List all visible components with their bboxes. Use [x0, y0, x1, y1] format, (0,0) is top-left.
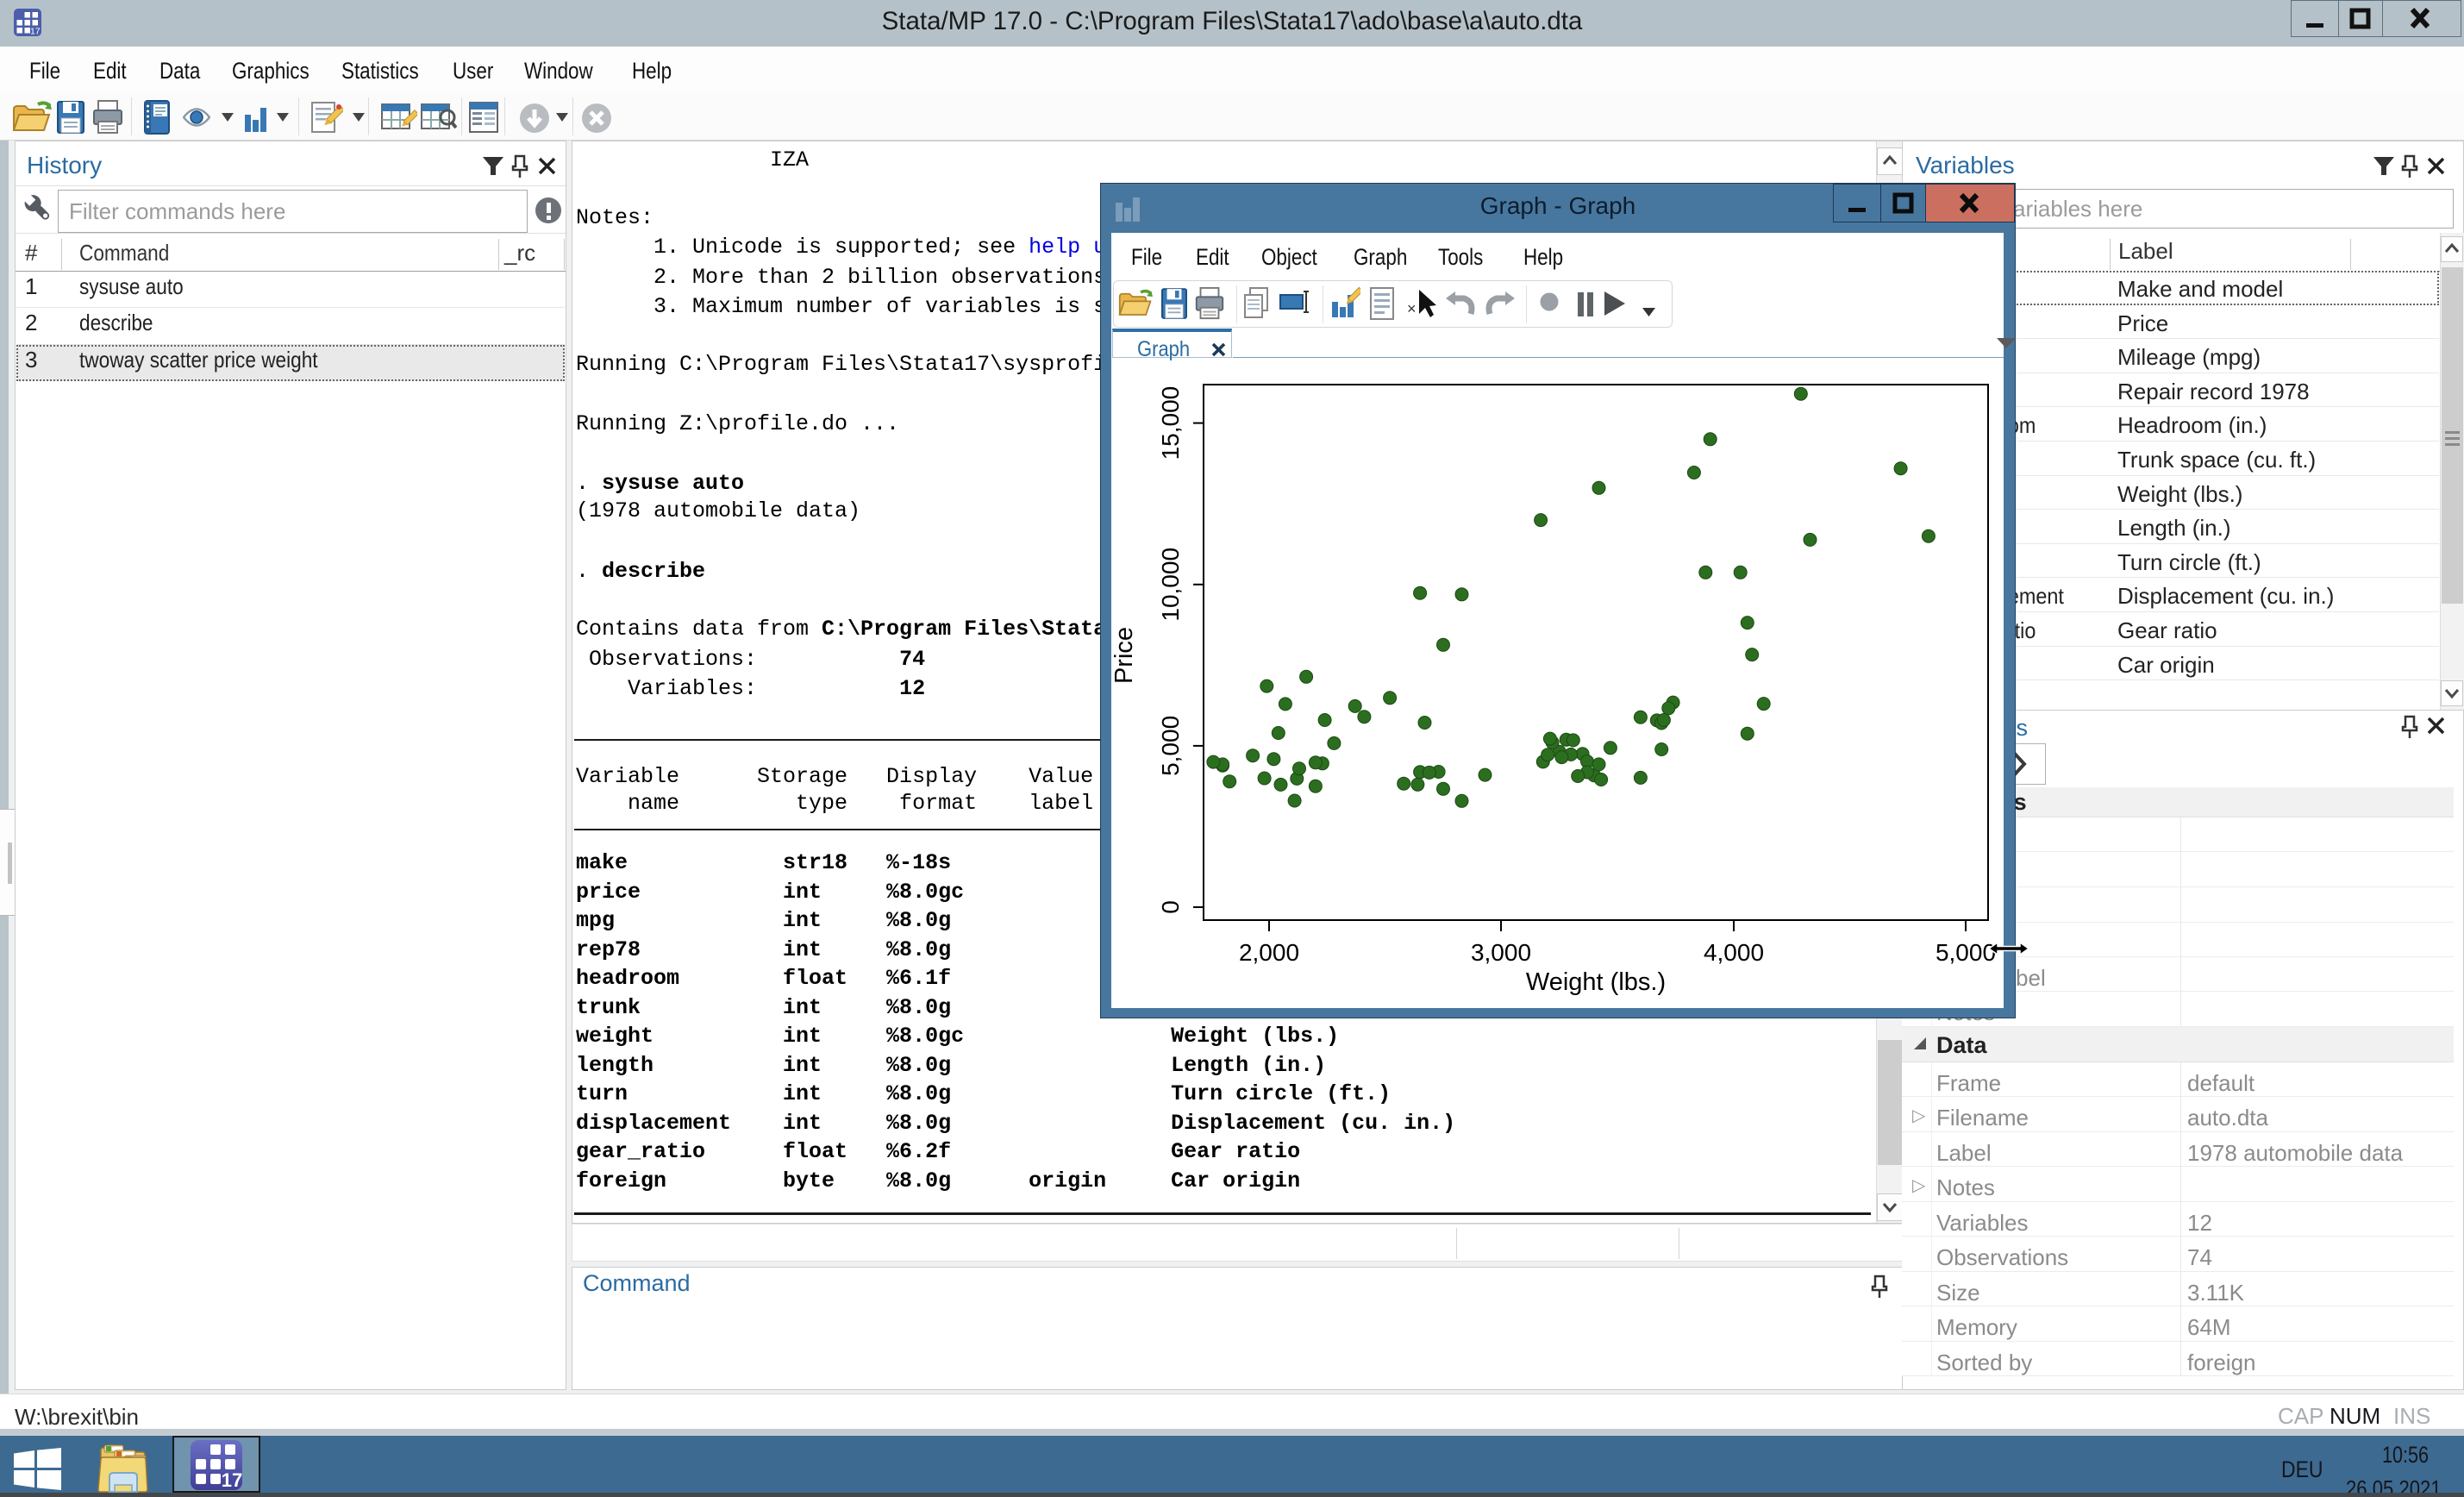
- svg-text:0: 0: [1157, 900, 1184, 914]
- svg-text:10,000: 10,000: [1157, 548, 1184, 622]
- svg-text:15,000: 15,000: [1157, 386, 1184, 460]
- svg-text:4,000: 4,000: [1704, 939, 1764, 966]
- svg-text:17: 17: [222, 1469, 242, 1490]
- svg-text:5,000: 5,000: [1157, 716, 1184, 776]
- svg-text:2,000: 2,000: [1239, 939, 1299, 966]
- svg-text:5,000: 5,000: [1936, 939, 1996, 966]
- svg-text:3,000: 3,000: [1471, 939, 1531, 966]
- svg-text:×: ×: [1407, 300, 1416, 317]
- svg-text:Weight (lbs.): Weight (lbs.): [1526, 968, 1666, 996]
- svg-text:Price: Price: [1111, 627, 1138, 684]
